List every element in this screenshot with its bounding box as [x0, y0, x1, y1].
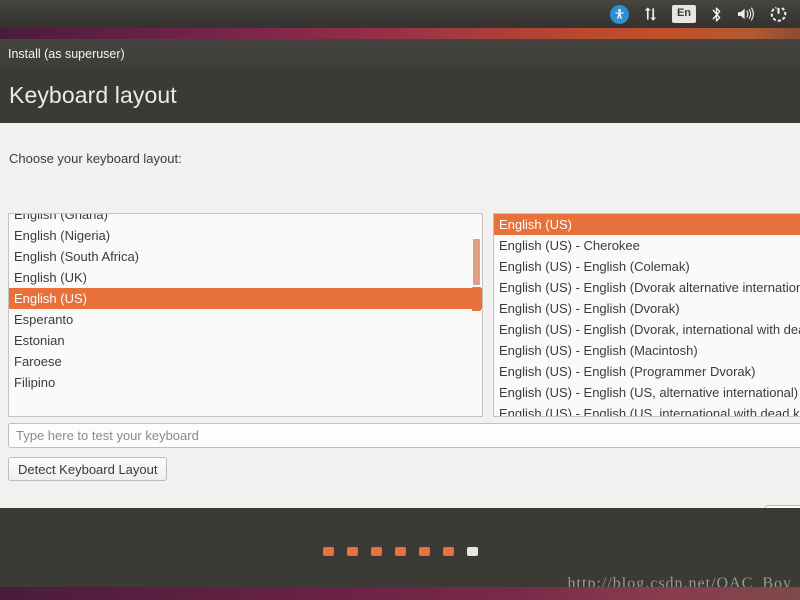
network-icon[interactable]: [636, 0, 665, 28]
progress-dot: [323, 547, 334, 556]
volume-icon[interactable]: [730, 0, 763, 28]
keyboard-variant-list-item[interactable]: English (US) - English (Programmer Dvora…: [494, 361, 800, 382]
keyboard-layout-list-item[interactable]: Esperanto: [9, 309, 482, 330]
keyboard-layout-list-item[interactable]: English (UK): [9, 267, 482, 288]
keyboard-layout-list-item[interactable]: English (South Africa): [9, 246, 482, 267]
top-system-panel: En: [0, 0, 800, 28]
progress-dot: [395, 547, 406, 556]
ubuntu-footer-gradient-strip: [0, 587, 800, 600]
installer-window: Install (as superuser) Keyboard layout C…: [0, 39, 800, 600]
keyboard-variant-list-item[interactable]: English (US) - Cherokee: [494, 235, 800, 256]
accessibility-icon[interactable]: [603, 0, 636, 28]
keyboard-variant-list-item[interactable]: English (US): [494, 214, 800, 235]
window-titlebar: Install (as superuser): [0, 39, 800, 68]
scrollbar-thumb[interactable]: [472, 287, 481, 311]
progress-dots: [0, 547, 800, 556]
keyboard-layout-list-item[interactable]: Estonian: [9, 330, 482, 351]
keyboard-variant-list-item[interactable]: English (US) - English (US, alternative …: [494, 382, 800, 403]
keyboard-indicator-label: En: [672, 5, 696, 23]
keyboard-layout-list-scrollbar[interactable]: [472, 215, 481, 417]
page-header: Keyboard layout: [0, 68, 800, 123]
keyboard-variant-list-item[interactable]: English (US) - English (Colemak): [494, 256, 800, 277]
progress-dot: [347, 547, 358, 556]
progress-dot: [371, 547, 382, 556]
keyboard-variant-list[interactable]: English (US)English (US) - CherokeeEngli…: [493, 213, 800, 417]
keyboard-layout-list-item[interactable]: English (Ghana): [9, 213, 482, 225]
session-power-icon[interactable]: [763, 0, 794, 28]
progress-dot: [467, 547, 478, 556]
keyboard-variant-list-item[interactable]: English (US) - English (Macintosh): [494, 340, 800, 361]
keyboard-layout-list[interactable]: English (Ghana)English (Nigeria)English …: [8, 213, 483, 417]
keyboard-layout-list-item[interactable]: Filipino: [9, 372, 482, 393]
installer-content: Choose your keyboard layout: English (Gh…: [0, 123, 800, 508]
scrollbar-track-segment: [473, 239, 480, 285]
choose-layout-label: Choose your keyboard layout:: [9, 151, 182, 166]
ubuntu-header-gradient-strip: [0, 28, 800, 39]
detect-keyboard-layout-button[interactable]: Detect Keyboard Layout: [8, 457, 167, 481]
keyboard-variant-list-rows: English (US)English (US) - CherokeeEngli…: [494, 214, 800, 417]
keyboard-variant-list-item[interactable]: English (US) - English (Dvorak): [494, 298, 800, 319]
keyboard-variant-list-item[interactable]: English (US) - English (Dvorak alternati…: [494, 277, 800, 298]
accessibility-circle: [610, 5, 629, 24]
keyboard-indicator[interactable]: En: [665, 0, 703, 28]
keyboard-layout-list-rows: English (Ghana)English (Nigeria)English …: [9, 213, 482, 393]
keyboard-layout-list-item[interactable]: English (Nigeria): [9, 225, 482, 246]
window-title: Install (as superuser): [0, 47, 125, 61]
progress-dot: [419, 547, 430, 556]
keyboard-layout-list-item[interactable]: Faroese: [9, 351, 482, 372]
keyboard-layout-list-item[interactable]: English (US): [9, 288, 482, 309]
page-title: Keyboard layout: [0, 82, 177, 109]
keyboard-variant-list-item[interactable]: English (US) - English (Dvorak, internat…: [494, 319, 800, 340]
keyboard-test-input[interactable]: [8, 423, 800, 448]
progress-dot: [443, 547, 454, 556]
bluetooth-icon[interactable]: [703, 0, 730, 28]
keyboard-variant-list-item[interactable]: English (US) - English (US, internationa…: [494, 403, 800, 417]
